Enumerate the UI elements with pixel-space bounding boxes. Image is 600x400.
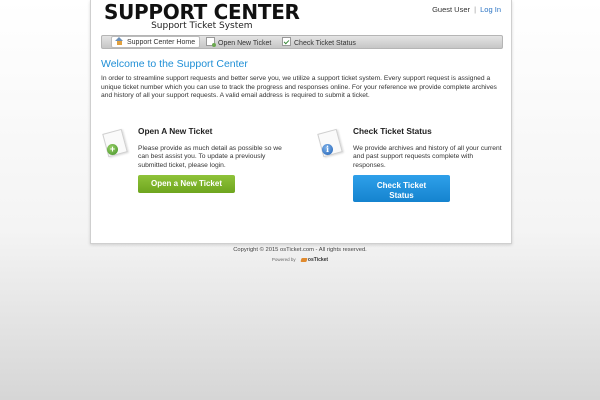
check-button-line2: Status (389, 190, 414, 200)
powered-by-label: Powered by (271, 257, 296, 262)
check-ticket-status-button[interactable]: Check Ticket Status (353, 175, 450, 202)
check-status-icon (282, 37, 291, 46)
powered-by-logo-text: osTicket (307, 257, 329, 263)
logo-title: SUPPORT CENTER (104, 0, 300, 24)
header: SUPPORT CENTER Support Ticket System Gue… (91, 0, 511, 34)
nav-item-home[interactable]: Support Center Home (111, 36, 201, 48)
user-separator: | (474, 5, 477, 14)
login-link[interactable]: Log In (480, 5, 501, 14)
powered-by[interactable]: Powered by osTicket (0, 257, 600, 263)
nav-item-check-status[interactable]: Check Ticket Status (279, 37, 360, 47)
site-logo[interactable]: SUPPORT CENTER Support Ticket System (104, 2, 300, 31)
new-ticket-icon (206, 37, 216, 47)
page-title: Welcome to the Support Center (101, 58, 248, 70)
check-button-line1: Check Ticket (376, 181, 427, 190)
osticket-logo-icon (300, 258, 308, 262)
nav-item-open-ticket[interactable]: Open New Ticket (203, 37, 275, 47)
nav-item-check-status-label: Check Ticket Status (294, 40, 356, 47)
user-info: Guest User | Log In (432, 5, 501, 14)
info-ticket-icon: i (317, 128, 344, 158)
open-new-ticket-button[interactable]: Open a New Ticket (138, 175, 235, 193)
guest-user-label: Guest User (432, 5, 470, 14)
footer: Copyright © 2015 osTicket.com - All righ… (0, 247, 600, 263)
check-status-text: We provide archives and history of all y… (353, 145, 502, 169)
intro-paragraph: In order to streamline support requests … (101, 75, 497, 100)
open-ticket-title: Open A New Ticket (138, 126, 213, 136)
copyright-text: Copyright © 2015 osTicket.com - All righ… (233, 247, 367, 253)
home-icon (115, 37, 124, 45)
page-container: SUPPORT CENTER Support Ticket System Gue… (90, 0, 512, 244)
add-ticket-icon: + (102, 128, 129, 158)
nav-item-home-label: Support Center Home (127, 39, 196, 46)
main-nav: Support Center Home Open New Ticket Chec… (101, 35, 503, 49)
open-ticket-text: Please provide as much detail as possibl… (138, 145, 282, 169)
check-status-title: Check Ticket Status (353, 126, 432, 136)
nav-item-open-ticket-label: Open New Ticket (218, 40, 272, 47)
